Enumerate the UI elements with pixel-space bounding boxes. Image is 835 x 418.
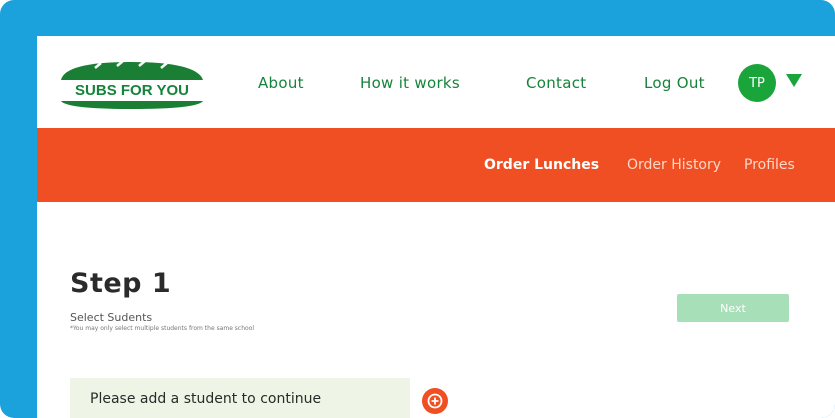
nav-logout-link[interactable]: Log Out bbox=[644, 74, 705, 92]
student-prompt-text: Please add a student to continue bbox=[90, 391, 322, 407]
chevron-down-icon[interactable] bbox=[786, 74, 802, 87]
app-screen: SUBS FOR YOU About How it works Contact … bbox=[37, 36, 835, 418]
nav-about-link[interactable]: About bbox=[258, 74, 304, 92]
step-subtitle: Select Sudents bbox=[70, 311, 153, 324]
account-subnav: Order Lunches Order History Profiles bbox=[37, 128, 835, 202]
student-prompt-box: Please add a student to continue bbox=[70, 378, 410, 418]
step-note: *You may only select multiple students f… bbox=[70, 325, 255, 332]
user-avatar[interactable]: TP bbox=[738, 64, 776, 102]
add-student-button[interactable] bbox=[422, 388, 448, 414]
tab-order-history[interactable]: Order History bbox=[627, 157, 721, 173]
next-button[interactable]: Next bbox=[677, 294, 789, 322]
logo-text: SUBS FOR YOU bbox=[75, 82, 189, 99]
plus-circle-icon bbox=[427, 393, 443, 409]
subs-for-you-logo[interactable]: SUBS FOR YOU bbox=[55, 58, 208, 110]
device-frame: SUBS FOR YOU About How it works Contact … bbox=[0, 0, 835, 418]
step-title: Step 1 bbox=[70, 268, 172, 299]
tab-profiles[interactable]: Profiles bbox=[744, 157, 795, 173]
top-header: SUBS FOR YOU About How it works Contact … bbox=[37, 36, 835, 128]
tab-order-lunches[interactable]: Order Lunches bbox=[484, 157, 599, 173]
nav-how-it-works-link[interactable]: How it works bbox=[360, 74, 460, 92]
nav-contact-link[interactable]: Contact bbox=[526, 74, 586, 92]
